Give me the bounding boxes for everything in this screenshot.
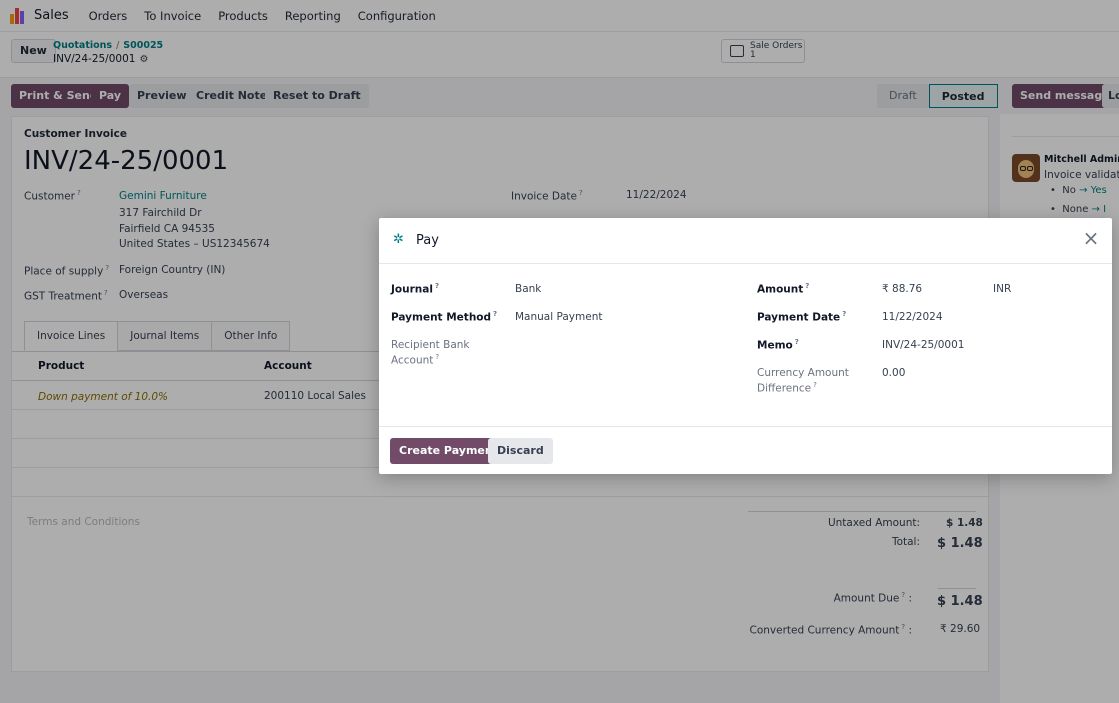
currency-field[interactable]: INR [993,283,1011,295]
currency-difference-label: Currency Amount Difference? [757,367,849,395]
payment-date-field[interactable]: 11/22/2024 [882,311,943,323]
bug-icon[interactable]: ✲ [393,232,404,247]
payment-method-field[interactable]: Manual Payment [515,311,602,323]
dialog-header: ✲ Pay × [379,218,1112,264]
payment-method-label: Payment Method? [391,310,498,324]
journal-field[interactable]: Bank [515,283,541,295]
memo-label: Memo? [757,338,799,352]
dialog-title: Pay [416,233,439,248]
journal-label: Journal? [391,282,439,296]
discard-button[interactable]: Discard [488,438,553,464]
payment-date-label: Payment Date? [757,310,847,324]
close-icon[interactable]: × [1080,228,1102,250]
amount-field[interactable]: ₹ 88.76 [882,283,922,295]
currency-difference-value: 0.00 [882,367,906,379]
recipient-bank-account-label: Recipient Bank Account? [391,339,470,367]
memo-field[interactable]: INV/24-25/0001 [882,339,964,351]
amount-label: Amount? [757,282,810,296]
pay-dialog: ✲ Pay × Journal? Bank Payment Method? Ma… [379,218,1112,474]
dialog-footer: Create Payment Discard [379,426,1112,474]
